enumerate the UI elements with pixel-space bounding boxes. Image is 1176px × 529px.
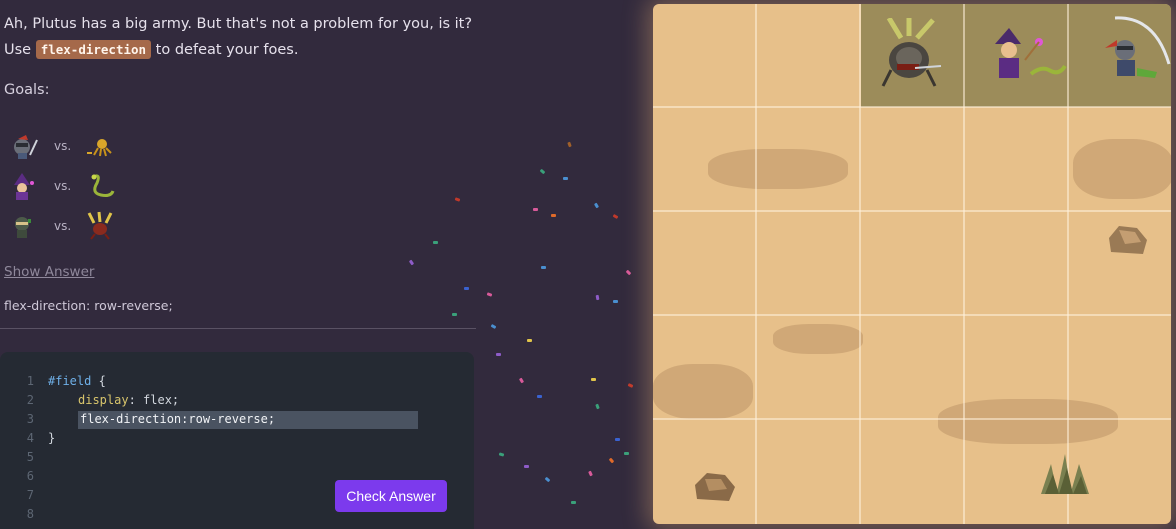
confetti-piece bbox=[537, 395, 542, 398]
confetti-piece bbox=[541, 266, 546, 269]
goal-row: vs. bbox=[8, 211, 115, 241]
line-number: 6 bbox=[26, 469, 34, 483]
intro-line-1: Ah, Plutus has a big army. But that's no… bbox=[4, 16, 473, 32]
grid-line bbox=[963, 4, 965, 524]
confetti-piece bbox=[608, 457, 615, 464]
intro-text: Ah, Plutus has a big army. But that's no… bbox=[4, 12, 472, 63]
confetti-piece bbox=[527, 339, 532, 342]
line-number: 7 bbox=[26, 488, 34, 502]
confetti-piece bbox=[524, 465, 529, 468]
code-line: 5 bbox=[0, 448, 474, 467]
confetti-piece bbox=[533, 208, 538, 211]
line-number: 2 bbox=[26, 393, 34, 407]
confetti-piece bbox=[593, 202, 600, 209]
goal-row: vs. bbox=[8, 171, 115, 201]
confetti-piece bbox=[486, 292, 493, 297]
goals-title: Goals: bbox=[4, 82, 50, 98]
grid-line bbox=[653, 106, 1171, 108]
code-line: 3 bbox=[0, 410, 474, 429]
code-line: 2 display: flex; bbox=[0, 391, 474, 410]
code-text: display: flex; bbox=[78, 391, 179, 410]
game-board bbox=[653, 4, 1171, 524]
intro-prefix: Use bbox=[4, 42, 32, 58]
knight-enemy-icon bbox=[1105, 16, 1171, 78]
green-ninja-icon bbox=[15, 217, 31, 238]
code-line: 1 #field { bbox=[0, 372, 474, 391]
yellow-octopus-icon bbox=[87, 139, 112, 157]
red-helmet-knight-icon bbox=[14, 135, 38, 159]
css-property: display bbox=[78, 393, 129, 407]
desert-plant-icon bbox=[1041, 454, 1089, 494]
close-brace: } bbox=[48, 431, 56, 445]
sand-shadow bbox=[708, 149, 848, 189]
css-selector: #field bbox=[48, 374, 92, 388]
confetti-piece bbox=[595, 403, 600, 410]
sand-shadow bbox=[653, 364, 753, 419]
line-number: 1 bbox=[26, 374, 34, 388]
code-line: 4 } bbox=[0, 429, 474, 448]
intro-line-2: Use flex-direction to defeat your foes. bbox=[4, 37, 472, 63]
confetti-piece bbox=[498, 452, 505, 457]
line-number: 5 bbox=[26, 450, 34, 464]
grid-line bbox=[859, 4, 861, 524]
confetti-piece bbox=[615, 438, 620, 441]
confetti-piece bbox=[591, 378, 596, 381]
intro-suffix: to defeat your foes. bbox=[155, 42, 299, 58]
wizard-enemy-icon bbox=[995, 28, 1067, 78]
red-beetle-icon bbox=[87, 211, 113, 240]
line-number: 3 bbox=[26, 412, 34, 426]
confetti-piece bbox=[612, 213, 619, 220]
confetti-piece bbox=[627, 383, 634, 388]
confetti-piece bbox=[563, 177, 568, 180]
confetti-piece bbox=[496, 353, 501, 356]
green-snake-icon bbox=[91, 174, 115, 197]
code-text: #field { bbox=[48, 372, 106, 391]
divider bbox=[0, 328, 476, 329]
vs-label: vs. bbox=[54, 179, 72, 193]
confetti-piece bbox=[588, 470, 593, 477]
confetti-piece bbox=[464, 287, 469, 290]
confetti-piece bbox=[433, 241, 438, 244]
answer-text: flex-direction: row-reverse; bbox=[4, 298, 173, 313]
sand-shadow bbox=[773, 324, 863, 354]
confetti-piece bbox=[624, 452, 629, 455]
vs-label: vs. bbox=[54, 139, 72, 153]
confetti-piece bbox=[595, 294, 600, 301]
code-pill: flex-direction bbox=[35, 40, 152, 59]
confetti-piece bbox=[518, 377, 525, 384]
grid-line bbox=[653, 210, 1171, 212]
open-brace: { bbox=[91, 374, 106, 388]
confetti-piece bbox=[613, 300, 618, 303]
check-answer-button[interactable]: Check Answer bbox=[335, 480, 447, 512]
confetti-piece bbox=[571, 501, 576, 504]
confetti-piece bbox=[490, 323, 497, 330]
confetti-piece bbox=[567, 141, 572, 148]
grid-line bbox=[755, 4, 757, 524]
confetti-piece bbox=[452, 313, 457, 316]
confetti-piece bbox=[539, 168, 546, 175]
show-answer-link[interactable]: Show Answer bbox=[4, 264, 94, 280]
sand-shadow bbox=[938, 399, 1118, 444]
confetti-piece bbox=[551, 214, 556, 217]
rock-icon bbox=[695, 473, 735, 501]
css-input-field[interactable] bbox=[80, 410, 416, 429]
goal-row: vs. bbox=[8, 131, 115, 161]
line-number: 8 bbox=[26, 507, 34, 521]
line-number: 4 bbox=[26, 431, 34, 445]
confetti-piece bbox=[625, 269, 632, 276]
rock-icon bbox=[1109, 226, 1147, 254]
beetle-enemy-icon bbox=[881, 18, 942, 87]
purple-wizard-icon bbox=[14, 173, 34, 200]
confetti-piece bbox=[544, 476, 551, 483]
css-value: : flex; bbox=[128, 393, 180, 407]
vs-label: vs. bbox=[54, 219, 72, 233]
grid-line bbox=[653, 418, 1171, 420]
sand-shadow bbox=[1073, 139, 1171, 199]
grid-line bbox=[653, 314, 1171, 316]
